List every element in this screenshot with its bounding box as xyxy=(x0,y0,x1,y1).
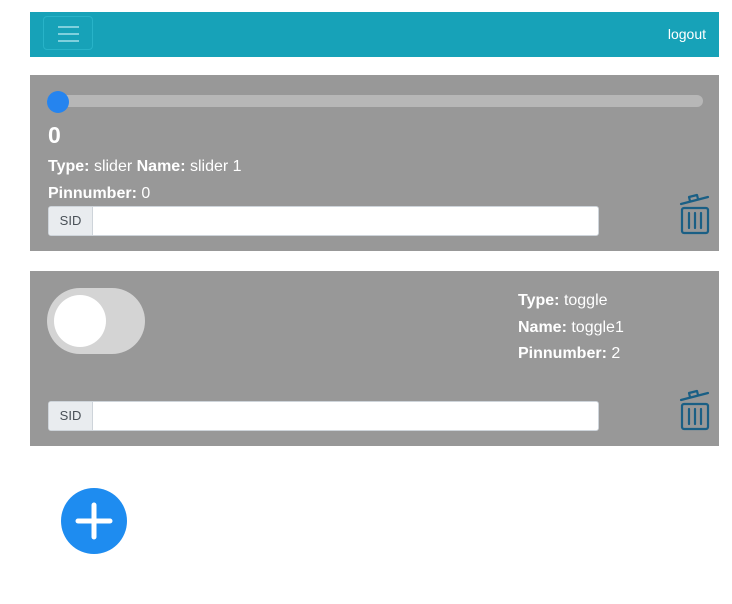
slider-track[interactable] xyxy=(47,95,703,107)
toggle-switch[interactable] xyxy=(47,288,145,354)
pin-label: Pinnumber: xyxy=(518,345,607,362)
toggle-knob xyxy=(54,295,106,347)
app-page: logout 0 Type: slider Name: slider 1 Pin… xyxy=(0,0,732,604)
name-label: Name: xyxy=(518,319,567,336)
slider-thumb[interactable] xyxy=(47,91,69,113)
device-pin-line: Pinnumber: 0 xyxy=(48,185,150,203)
sid-input-group: SID xyxy=(48,401,599,431)
trash-icon[interactable] xyxy=(678,191,712,235)
sid-input[interactable] xyxy=(93,207,598,235)
trash-icon[interactable] xyxy=(678,387,712,431)
add-device-button[interactable] xyxy=(61,488,127,554)
pin-value: 0 xyxy=(141,185,151,202)
type-value: slider xyxy=(93,158,133,175)
sid-input[interactable] xyxy=(93,402,598,430)
pin-label: Pinnumber: xyxy=(48,185,137,202)
logout-link[interactable]: logout xyxy=(668,26,706,42)
sid-label: SID xyxy=(49,402,93,430)
slider-value: 0 xyxy=(48,122,61,148)
top-navbar: logout xyxy=(30,12,719,57)
sid-input-group: SID xyxy=(48,206,599,236)
plus-icon xyxy=(75,502,113,540)
pin-value: 2 xyxy=(611,345,621,362)
device-card-slider: 0 Type: slider Name: slider 1 Pinnumber:… xyxy=(30,75,719,251)
name-label: Name: xyxy=(136,158,186,175)
device-card-toggle: Type: toggle Name: toggle1 Pinnumber: 2 … xyxy=(30,271,719,446)
hamburger-menu-icon[interactable] xyxy=(43,16,93,50)
name-value: slider 1 xyxy=(189,158,242,175)
name-value: toggle1 xyxy=(571,319,624,336)
type-label: Type: xyxy=(518,292,560,309)
type-value: toggle xyxy=(563,292,608,309)
type-label: Type: xyxy=(48,158,90,175)
device-name-line: Name: toggle1 xyxy=(518,319,624,337)
device-type-name-line: Type: slider Name: slider 1 xyxy=(48,158,242,176)
device-type-line: Type: toggle xyxy=(518,292,608,310)
sid-label: SID xyxy=(49,207,93,235)
device-pin-line: Pinnumber: 2 xyxy=(518,345,620,363)
